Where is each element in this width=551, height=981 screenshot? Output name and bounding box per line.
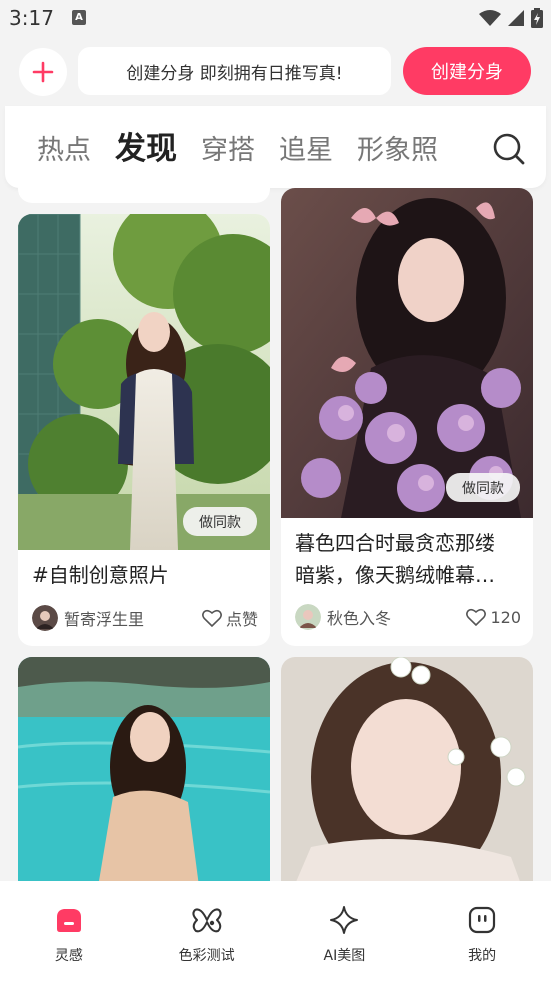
nav-ai-image[interactable]: AI美图 xyxy=(276,881,414,981)
battery-icon xyxy=(531,8,543,28)
nav-label: 灵感 xyxy=(54,948,83,964)
author-name[interactable]: 暂寄浮生里 xyxy=(64,606,202,630)
nav-profile[interactable]: 我的 xyxy=(413,881,551,981)
content-feed[interactable]: 做同款 #自制创意照片 暂寄浮生里 点赞 做同款 暮色四合时最贪恋那缕 暗紫，像… xyxy=(0,188,551,881)
nav-label: 我的 xyxy=(468,948,497,964)
search-icon xyxy=(493,133,525,165)
card-photo[interactable] xyxy=(281,188,533,518)
like-count: 120 xyxy=(490,607,521,627)
status-time: 3:17 xyxy=(9,6,54,30)
plus-icon xyxy=(32,61,54,83)
like-button[interactable]: 点赞 xyxy=(202,606,258,630)
heart-icon xyxy=(466,608,487,626)
card-title: #自制创意照片 xyxy=(32,563,169,587)
tab-celebrities[interactable]: 追星 xyxy=(279,134,333,168)
notification-icon: A xyxy=(72,10,86,25)
category-tabs: 热点 发现 穿搭 追星 形象照 xyxy=(37,132,438,168)
card-photo[interactable] xyxy=(281,657,533,881)
butterfly-icon xyxy=(190,903,224,937)
feed-card[interactable] xyxy=(18,657,270,881)
tab-discover[interactable]: 发现 xyxy=(115,132,177,166)
card-photo[interactable] xyxy=(18,657,270,881)
feed-card-partial[interactable] xyxy=(18,188,270,203)
header-create-row: 创建分身 即刻拥有日推写真! 创建分身 xyxy=(0,38,551,106)
create-avatar-banner[interactable]: 创建分身 即刻拥有日推写真! xyxy=(78,47,391,95)
card-meta: 暂寄浮生里 点赞 xyxy=(32,604,258,632)
tab-portraits[interactable]: 形象照 xyxy=(357,134,438,168)
search-button[interactable] xyxy=(492,132,526,166)
same-style-button[interactable]: 做同款 xyxy=(183,507,257,536)
avatar[interactable] xyxy=(32,605,58,631)
heart-icon xyxy=(202,609,222,627)
status-bar: 3:17 A xyxy=(0,0,551,38)
bottom-navigation: 灵感 色彩测试 AI美图 我的 xyxy=(0,881,551,981)
like-count: 点赞 xyxy=(225,610,258,629)
nav-inspiration[interactable]: 灵感 xyxy=(0,881,138,981)
nav-label: 色彩测试 xyxy=(178,948,235,964)
tab-hot[interactable]: 热点 xyxy=(37,134,91,168)
feed-card[interactable] xyxy=(281,657,533,881)
status-icons xyxy=(479,8,543,28)
nav-label: AI美图 xyxy=(323,948,366,964)
feed-card[interactable]: 做同款 暮色四合时最贪恋那缕 暗紫，像天鹅绒帷幕… 秋色入冬 120 xyxy=(281,188,533,646)
inspiration-icon xyxy=(52,903,86,937)
card-meta: 秋色入冬 120 xyxy=(295,603,521,631)
profile-icon xyxy=(465,903,499,937)
add-button[interactable] xyxy=(19,48,67,96)
category-tabs-bar: 热点 发现 穿搭 追星 形象照 xyxy=(5,106,546,188)
tab-outfits[interactable]: 穿搭 xyxy=(201,134,255,168)
signal-icon xyxy=(508,10,524,26)
card-title-line-1: 暮色四合时最贪恋那缕 xyxy=(295,531,495,555)
like-button[interactable]: 120 xyxy=(466,608,521,627)
feed-card[interactable]: 做同款 #自制创意照片 暂寄浮生里 点赞 xyxy=(18,214,270,646)
create-avatar-button[interactable]: 创建分身 xyxy=(403,47,531,95)
wifi-icon xyxy=(479,10,501,26)
same-style-button[interactable]: 做同款 xyxy=(446,473,520,502)
card-photo[interactable] xyxy=(18,214,270,550)
card-title-line-2: 暗紫，像天鹅绒帷幕… xyxy=(295,563,495,587)
sparkle-icon xyxy=(327,903,361,937)
author-name[interactable]: 秋色入冬 xyxy=(327,605,466,629)
avatar[interactable] xyxy=(295,604,321,630)
nav-color-test[interactable]: 色彩测试 xyxy=(138,881,276,981)
